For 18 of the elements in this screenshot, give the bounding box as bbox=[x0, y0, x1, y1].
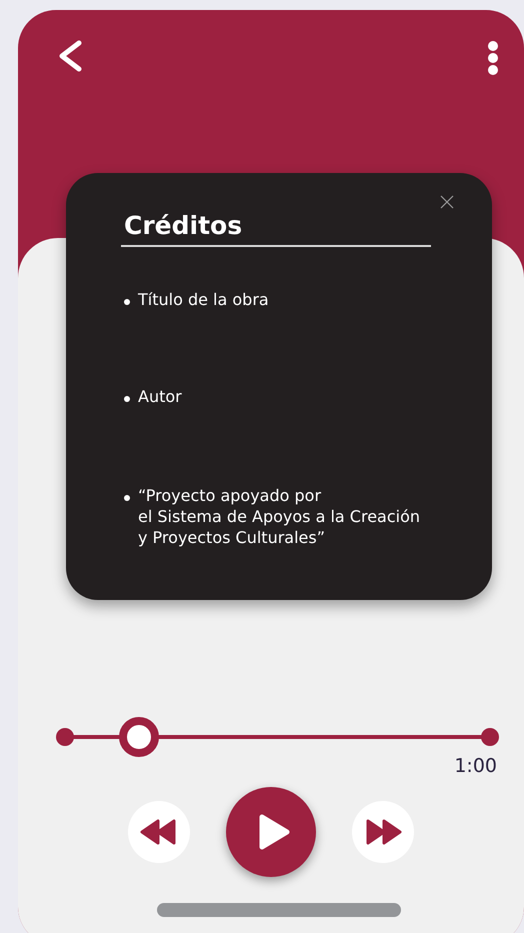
bullet-icon bbox=[124, 495, 130, 501]
more-options-icon[interactable] bbox=[487, 40, 499, 76]
slider-end-icon bbox=[481, 728, 499, 746]
play-button[interactable] bbox=[226, 787, 316, 877]
bullet-icon bbox=[124, 299, 130, 305]
fast-forward-icon bbox=[364, 817, 402, 847]
back-icon[interactable] bbox=[58, 40, 84, 72]
credit-item: Título de la obra bbox=[138, 289, 269, 310]
progress-slider[interactable] bbox=[56, 717, 499, 757]
credit-item: “Proyecto apoyado por el Sistema de Apoyos a la Creación y Proyectos Culturales” bbox=[138, 485, 420, 548]
duration-label: 1:00 bbox=[454, 755, 497, 777]
slider-start-icon bbox=[56, 728, 74, 746]
bullet-icon bbox=[124, 396, 130, 402]
rewind-icon bbox=[140, 817, 178, 847]
credit-item: Autor bbox=[138, 386, 182, 407]
play-icon bbox=[258, 814, 290, 850]
close-icon[interactable] bbox=[440, 195, 454, 209]
dialog-title: Créditos bbox=[121, 211, 431, 247]
